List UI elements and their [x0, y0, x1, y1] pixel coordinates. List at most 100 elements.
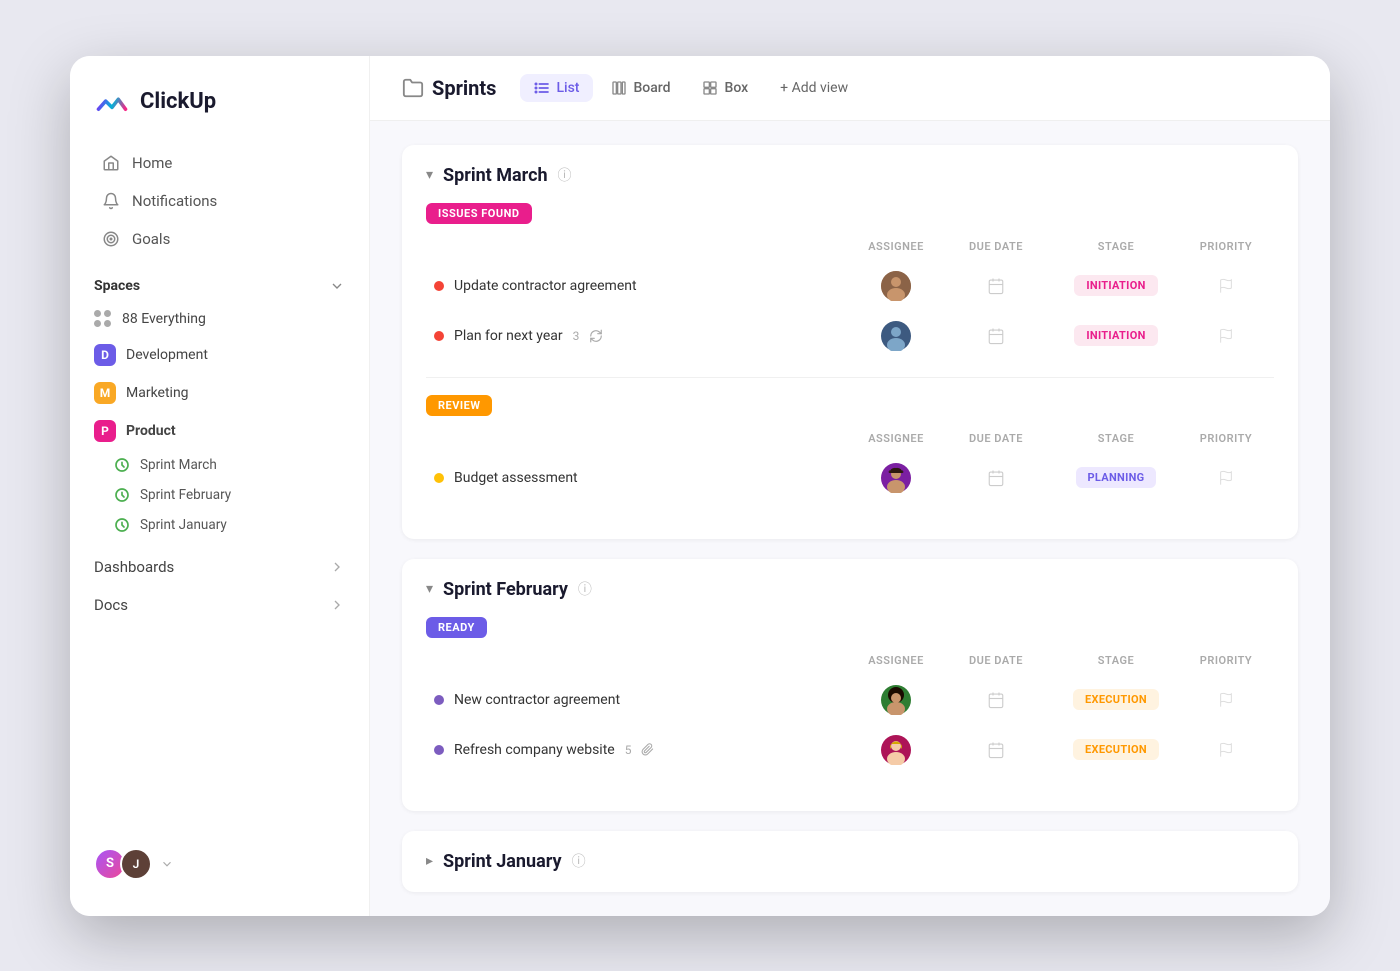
stage-cell: PLANNING — [1046, 467, 1186, 488]
space-development-label: Development — [126, 347, 208, 363]
task-col — [434, 432, 846, 445]
table-row[interactable]: New contractor agreement — [426, 675, 1274, 725]
due-date-cell — [946, 741, 1046, 759]
avatar — [881, 271, 911, 301]
assignee-cell — [846, 685, 946, 715]
assignee-cell — [846, 463, 946, 493]
priority-col: PRIORITY — [1186, 654, 1266, 667]
sprint-february-title: Sprint February — [443, 579, 568, 600]
stage-badge: INITIATION — [1074, 325, 1157, 346]
space-development[interactable]: D Development — [70, 336, 369, 374]
tab-list-label: List — [556, 80, 579, 96]
sprint-february-toggle[interactable]: ▾ — [426, 581, 433, 597]
docs-item[interactable]: Docs — [70, 586, 369, 624]
assignee-col: ASSIGNEE — [846, 432, 946, 445]
page-title: Sprints — [432, 76, 496, 100]
everything-icon — [94, 310, 112, 328]
space-marketing-label: Marketing — [126, 385, 189, 401]
avatar-person: J — [120, 848, 152, 880]
sprint-february-header: ▾ Sprint February ⓘ — [426, 579, 1274, 600]
docs-chevron-right-icon — [329, 597, 345, 613]
stage-cell: EXECUTION — [1046, 689, 1186, 710]
stage-badge: INITIATION — [1074, 275, 1157, 296]
sprint-march-info-icon[interactable]: ⓘ — [558, 165, 572, 185]
task-name-cell: Plan for next year 3 — [434, 328, 846, 344]
due-date-cell — [946, 277, 1046, 295]
cycle-icon — [589, 329, 603, 343]
calendar-icon — [987, 691, 1005, 709]
person-avatar-svg-5 — [881, 735, 911, 765]
tab-list[interactable]: List — [520, 74, 593, 102]
assignee-cell — [846, 271, 946, 301]
docs-label: Docs — [94, 596, 128, 614]
issues-found-label: ISSUES FOUND — [426, 203, 532, 224]
issues-table-header: ASSIGNEE DUE DATE STAGE PRIORITY — [426, 236, 1274, 257]
due-date-cell — [946, 327, 1046, 345]
sprint-march-label: Sprint March — [140, 457, 217, 473]
priority-cell — [1186, 278, 1266, 294]
sprint-march-toggle[interactable]: ▾ — [426, 167, 433, 183]
sprint-march-icon — [114, 457, 130, 473]
stage-cell: INITIATION — [1046, 325, 1186, 346]
sprint-march-item[interactable]: Sprint March — [70, 450, 369, 480]
table-row[interactable]: Update contractor agreement — [426, 261, 1274, 311]
marketing-badge: M — [94, 382, 116, 404]
stage-col: STAGE — [1046, 432, 1186, 445]
space-marketing[interactable]: M Marketing — [70, 374, 369, 412]
task-dot-red — [434, 331, 444, 341]
app-window: ClickUp Home Notifications Goals Spaces … — [70, 56, 1330, 916]
sprint-january-label: Sprint January — [140, 517, 227, 533]
tab-box[interactable]: Box — [688, 74, 762, 102]
calendar-icon — [987, 469, 1005, 487]
sprint-march-title: Sprint March — [443, 165, 548, 186]
ready-label: READY — [426, 617, 487, 638]
attachment-icon — [641, 743, 654, 756]
sprint-february-label: Sprint February — [140, 487, 231, 503]
sprint-february-info-icon[interactable]: ⓘ — [578, 579, 592, 599]
assignee-col: ASSIGNEE — [846, 654, 946, 667]
stage-badge: PLANNING — [1076, 467, 1157, 488]
sprint-january-info-icon[interactable]: ⓘ — [572, 851, 586, 871]
stage-cell: EXECUTION — [1046, 739, 1186, 760]
add-view-button[interactable]: + Add view — [766, 74, 862, 102]
product-badge: P — [94, 420, 116, 442]
space-everything-label: 88 Everything — [122, 311, 206, 327]
priority-cell — [1186, 692, 1266, 708]
box-icon — [702, 80, 718, 96]
main-header: Sprints List Board Box + Add view — [370, 56, 1330, 121]
task-count: 3 — [573, 329, 580, 343]
task-name-cell: New contractor agreement — [434, 692, 846, 708]
duedate-col-header: DUE DATE — [946, 240, 1046, 253]
table-row[interactable]: Refresh company website 5 — [426, 725, 1274, 775]
sprint-february-icon — [114, 487, 130, 503]
sprint-february-section: ▾ Sprint February ⓘ READY ASSIGNEE DUE D… — [402, 559, 1298, 811]
sprint-january-toggle[interactable]: ▸ — [426, 853, 433, 869]
nav-goals[interactable]: Goals — [78, 220, 361, 258]
nav-notifications[interactable]: Notifications — [78, 182, 361, 220]
tab-box-label: Box — [724, 80, 748, 96]
calendar-icon — [987, 277, 1005, 295]
avatar — [881, 321, 911, 351]
main-content: Sprints List Board Box + Add view — [370, 56, 1330, 916]
due-date-cell — [946, 469, 1046, 487]
tab-board[interactable]: Board — [597, 74, 684, 102]
table-row[interactable]: Budget assessment — [426, 453, 1274, 503]
due-date-cell — [946, 691, 1046, 709]
dashboards-item[interactable]: Dashboards — [70, 548, 369, 586]
logo-area: ClickUp — [70, 84, 369, 144]
sprint-january-header[interactable]: ▸ Sprint January ⓘ — [426, 851, 1274, 872]
nav-home[interactable]: Home — [78, 144, 361, 182]
flag-icon — [1218, 692, 1234, 708]
folder-icon — [402, 77, 424, 99]
space-product[interactable]: P Product — [70, 412, 369, 450]
task-dot-purple — [434, 695, 444, 705]
sprint-january-item[interactable]: Sprint January — [70, 510, 369, 540]
sprint-february-item[interactable]: Sprint February — [70, 480, 369, 510]
sprint-march-header: ▾ Sprint March ⓘ — [426, 165, 1274, 186]
table-row[interactable]: Plan for next year 3 — [426, 311, 1274, 361]
avatar-dropdown-icon[interactable] — [160, 857, 174, 871]
spaces-label: Spaces — [94, 278, 140, 294]
assignee-col-header: ASSIGNEE — [846, 240, 946, 253]
space-everything[interactable]: 88 Everything — [70, 302, 369, 336]
calendar-icon — [987, 327, 1005, 345]
